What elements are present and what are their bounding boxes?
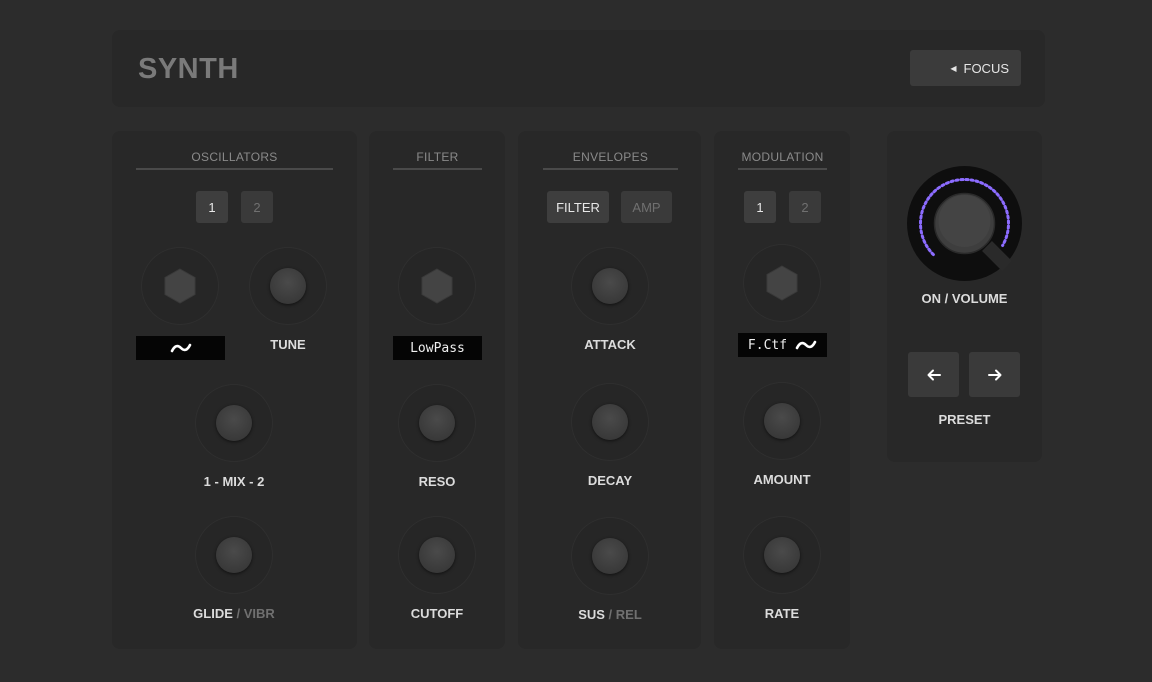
- hex-cap-icon: [421, 268, 453, 304]
- mix-label: 1 - MIX - 2: [203, 474, 265, 489]
- tune-label: TUNE: [270, 337, 306, 352]
- decay-knob[interactable]: [571, 383, 649, 461]
- master-panel: ON / VOLUME PRESET: [887, 131, 1042, 462]
- rate-knob[interactable]: [743, 516, 821, 594]
- filter-type-display: LowPass: [393, 336, 482, 360]
- focus-label: FOCUS: [963, 60, 1010, 76]
- triangle-left-icon: ◀: [950, 63, 957, 73]
- preset-prev-button[interactable]: [908, 352, 959, 397]
- sus-rel-knob[interactable]: [571, 517, 649, 595]
- modulation-title: MODULATION: [738, 150, 827, 170]
- amount-label: AMOUNT: [753, 472, 811, 487]
- filter-title: FILTER: [393, 150, 482, 170]
- osc-2-button[interactable]: 2: [241, 191, 273, 223]
- mod-target-value: F.Ctf: [747, 337, 788, 353]
- arrow-left-icon: [927, 369, 941, 380]
- rate-label: RATE: [764, 606, 800, 621]
- cutoff-label: CUTOFF: [410, 606, 464, 621]
- glide-vibr-label: GLIDE / VIBR: [193, 606, 275, 621]
- reso-label: RESO: [418, 474, 456, 489]
- envelopes-title: ENVELOPES: [543, 150, 678, 170]
- modulation-panel: MODULATION 1 2 F.Ctf AMOUNT RATE: [714, 131, 850, 649]
- volume-knob[interactable]: [907, 166, 1022, 281]
- waveform-knob[interactable]: [141, 247, 219, 325]
- volume-ring: [919, 178, 1012, 271]
- attack-label: ATTACK: [584, 337, 636, 352]
- hex-cap-icon: [164, 268, 196, 304]
- mod-2-button[interactable]: 2: [789, 191, 821, 223]
- volume-label: ON / VOLUME: [921, 291, 1008, 306]
- sine-wave-icon: [795, 340, 817, 350]
- arrow-right-icon: [987, 369, 1001, 380]
- amount-knob[interactable]: [743, 382, 821, 460]
- decay-label: DECAY: [587, 473, 633, 488]
- waveform-display: [136, 336, 225, 360]
- mod-target-display: F.Ctf: [738, 333, 827, 357]
- hex-cap-icon: [766, 265, 798, 301]
- tune-knob[interactable]: [249, 247, 327, 325]
- sine-wave-icon: [170, 343, 191, 353]
- focus-button[interactable]: ◀ FOCUS: [910, 50, 1021, 86]
- mix-knob[interactable]: [195, 384, 273, 462]
- mod-target-knob[interactable]: [743, 244, 821, 322]
- envelopes-panel: ENVELOPES FILTER AMP ATTACK DECAY SUS / …: [518, 131, 701, 649]
- filter-type-knob[interactable]: [398, 247, 476, 325]
- app-title: SYNTH: [138, 53, 239, 85]
- sus-rel-label: SUS / REL: [578, 607, 642, 622]
- cutoff-knob[interactable]: [398, 516, 476, 594]
- glide-vibr-knob[interactable]: [195, 516, 273, 594]
- env-amp-button[interactable]: AMP: [621, 191, 672, 223]
- preset-next-button[interactable]: [969, 352, 1020, 397]
- filter-panel: FILTER LowPass RESO CUTOFF: [369, 131, 505, 649]
- preset-label: PRESET: [938, 412, 991, 427]
- attack-knob[interactable]: [571, 247, 649, 325]
- env-filter-button[interactable]: FILTER: [547, 191, 609, 223]
- reso-knob[interactable]: [398, 384, 476, 462]
- oscillators-title: OSCILLATORS: [136, 150, 333, 170]
- oscillators-panel: OSCILLATORS 1 2 TUNE 1 - MIX - 2 GLIDE /…: [112, 131, 357, 649]
- header-bar: SYNTH ◀ FOCUS: [112, 30, 1045, 107]
- mod-1-button[interactable]: 1: [744, 191, 776, 223]
- osc-1-button[interactable]: 1: [196, 191, 228, 223]
